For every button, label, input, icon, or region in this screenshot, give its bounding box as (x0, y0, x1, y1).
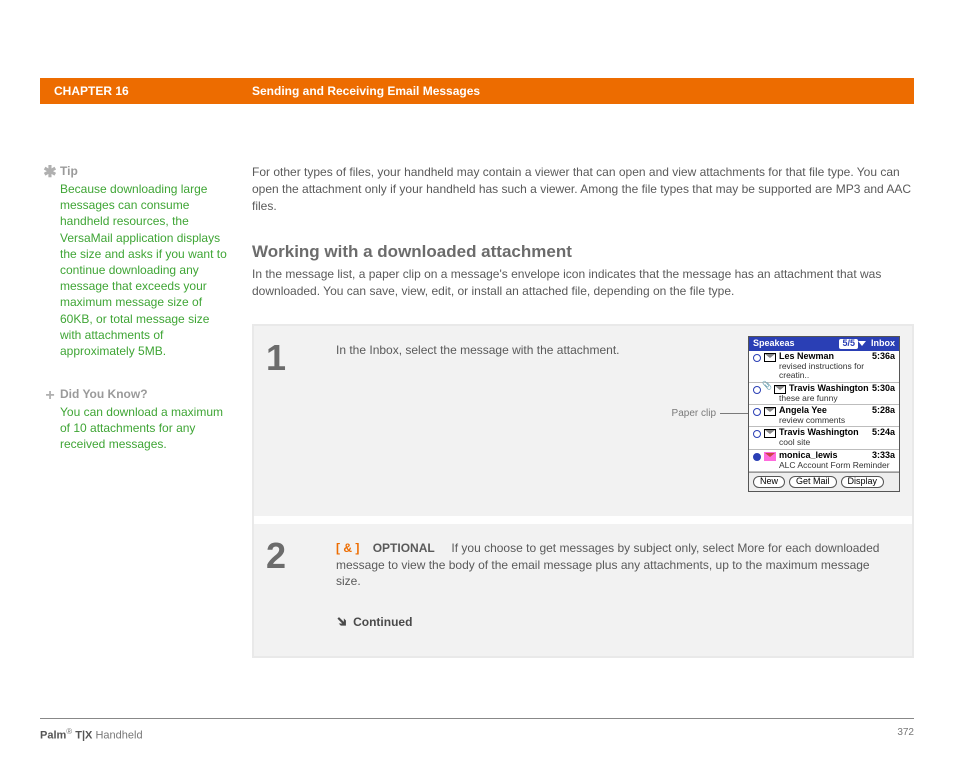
palm-message-row: Travis Washington5:30athese are funny (749, 383, 899, 405)
envelope-icon (764, 429, 776, 438)
subject: ALC Account Form Reminder (753, 461, 895, 470)
page-number: 372 (897, 727, 914, 742)
status-dot-icon (753, 453, 761, 461)
time: 5:28a (872, 406, 895, 416)
step-text: In the Inbox, select the message with th… (336, 336, 672, 492)
palm-button: New (753, 476, 785, 488)
palm-screenshot: Speakeas 5/5 Inbox Les Newman5:36arevise… (748, 336, 900, 492)
optional-label: OPTIONAL (373, 541, 435, 555)
didyouknow-block: + Did You Know? You can download a maxim… (40, 387, 232, 453)
optional-badge: [ & ] (336, 541, 359, 555)
step-text: [ & ] OPTIONAL If you choose to get mess… (336, 534, 900, 632)
continued: ➔ Continued (336, 612, 890, 632)
subject: cool site (753, 438, 895, 447)
chapter-number: CHAPTER 16 (40, 84, 252, 98)
subject: these are funny (753, 394, 895, 403)
status-dot-icon (753, 354, 761, 362)
chapter-title: Sending and Receiving Email Messages (252, 84, 914, 98)
step-number: 1 (266, 336, 336, 492)
main-content: For other types of files, your handheld … (252, 164, 914, 658)
envelope-icon (774, 385, 786, 394)
callout-label: Paper clip (672, 408, 716, 419)
step-1: 1 In the Inbox, select the message with … (254, 326, 912, 524)
palm-button: Get Mail (789, 476, 837, 488)
callout-line (720, 413, 748, 414)
footer-brand: Palm (40, 729, 66, 741)
section-body: In the message list, a paper clip on a m… (252, 266, 914, 300)
footer-model: T|X (72, 729, 92, 741)
paperclip-icon (764, 384, 772, 392)
palm-message-row: Travis Washington5:24acool site (749, 427, 899, 449)
tip-heading: Tip (60, 164, 232, 178)
footer-suffix: Handheld (92, 729, 142, 741)
palm-folder: Inbox (871, 339, 895, 349)
time: 5:30a (872, 384, 895, 394)
section-heading: Working with a downloaded attachment (252, 242, 914, 262)
tip-block: ✱ Tip Because downloading large messages… (40, 164, 232, 359)
palm-message-row: Angela Yee5:28areview comments (749, 405, 899, 427)
status-dot-icon (753, 408, 761, 416)
subject: revised instructions for creatin.. (753, 362, 895, 381)
status-dot-icon (753, 386, 761, 394)
palm-message-row: Les Newman5:36arevised instructions for … (749, 351, 899, 383)
dyk-body: You can download a maximum of 10 attachm… (60, 404, 232, 453)
plus-icon: + (40, 387, 60, 453)
dyk-heading: Did You Know? (60, 387, 232, 401)
step-number: 2 (266, 534, 336, 632)
intro-paragraph: For other types of files, your handheld … (252, 164, 914, 214)
steps-box: 1 In the Inbox, select the message with … (252, 324, 914, 658)
status-dot-icon (753, 430, 761, 438)
dropdown-icon (858, 341, 866, 346)
subject: review comments (753, 416, 895, 425)
continued-label: Continued (353, 615, 412, 629)
envelope-icon (764, 353, 776, 362)
palm-button: Display (841, 476, 885, 488)
palm-message-row: monica_lewis3:33aALC Account Form Remind… (749, 450, 899, 472)
palm-account: Speakeas (753, 339, 836, 349)
time: 5:36a (872, 352, 895, 362)
tip-body: Because downloading large messages can c… (60, 181, 232, 359)
step-2: 2 [ & ] OPTIONAL If you choose to get me… (254, 524, 912, 656)
sidebar: ✱ Tip Because downloading large messages… (40, 164, 252, 658)
time: 5:24a (872, 428, 895, 438)
chapter-header: CHAPTER 16 Sending and Receiving Email M… (40, 78, 914, 104)
palm-buttons: New Get Mail Display (749, 472, 899, 491)
envelope-icon (764, 452, 776, 461)
envelope-icon (764, 407, 776, 416)
palm-titlebar: Speakeas 5/5 Inbox (749, 337, 899, 351)
palm-count: 5/5 (839, 339, 858, 349)
asterisk-icon: ✱ (40, 164, 60, 359)
